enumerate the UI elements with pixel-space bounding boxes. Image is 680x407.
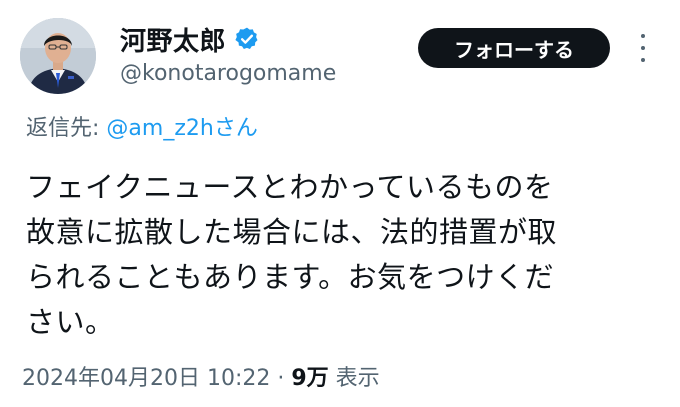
- reply-prefix: 返信先:: [26, 116, 107, 141]
- tweet-timestamp[interactable]: 2024年04月20日 10:22: [22, 366, 270, 391]
- tweet-line: られることもあります。お気をつけくだ: [26, 260, 555, 294]
- follow-button[interactable]: フォローする: [418, 28, 610, 68]
- tweet-text: フェイクニュースとわかっているものを 故意に拡散した場合には、法的措置が取 られ…: [26, 165, 666, 345]
- reply-mention-link[interactable]: @am_z2h: [106, 116, 213, 141]
- tweet-line: 故意に拡散した場合には、法的措置が取: [26, 215, 558, 249]
- views-label: 表示: [328, 366, 380, 391]
- views-count: 9万: [291, 366, 329, 391]
- verified-badge-icon[interactable]: [234, 26, 260, 52]
- tweet-line: さい。: [26, 305, 115, 339]
- reply-suffix: さん: [213, 116, 258, 141]
- reply-context: 返信先: @am_z2hさん: [26, 114, 258, 144]
- tweet-meta: 2024年04月20日 10:22 · 9万 表示: [22, 364, 380, 394]
- author-display-name[interactable]: 河野太郎: [120, 21, 226, 58]
- more-dot: [641, 34, 645, 38]
- author-handle[interactable]: @konotarogomame: [120, 60, 336, 88]
- avatar[interactable]: [20, 18, 96, 94]
- more-dot: [641, 46, 645, 50]
- more-dots-icon[interactable]: [636, 34, 650, 62]
- tweet-line: フェイクニュースとわかっているものを: [26, 170, 554, 204]
- author-name-row[interactable]: 河野太郎: [120, 21, 260, 58]
- avatar-photo: [20, 18, 96, 94]
- meta-separator: ·: [270, 366, 292, 391]
- more-dot: [641, 58, 645, 62]
